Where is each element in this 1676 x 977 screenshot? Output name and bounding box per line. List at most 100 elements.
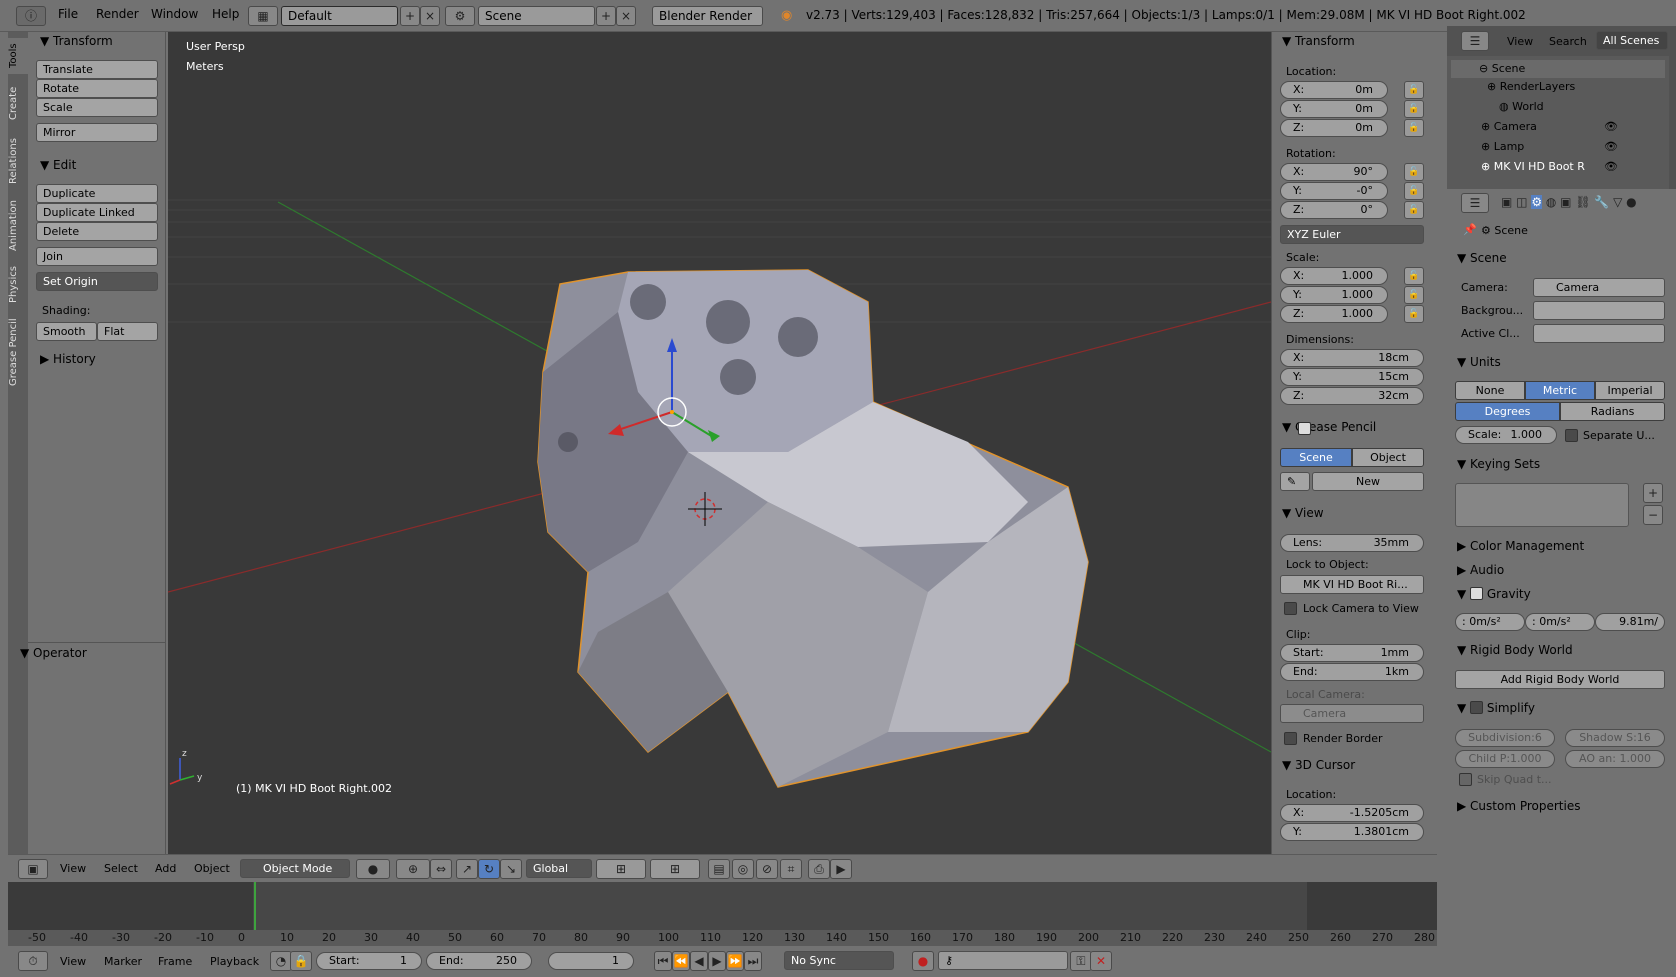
gp-scene-tab[interactable]: Scene bbox=[1280, 448, 1352, 467]
add-scene-icon[interactable]: + bbox=[596, 6, 616, 26]
record-icon[interactable]: ● bbox=[912, 951, 934, 971]
end-frame-field[interactable]: End: 250 bbox=[426, 952, 532, 970]
simplify-checkbox[interactable] bbox=[1470, 701, 1484, 714]
active-clip-field[interactable] bbox=[1533, 324, 1665, 343]
mirror-button[interactable]: Mirror bbox=[36, 123, 158, 142]
local-camera-field[interactable]: Camera bbox=[1280, 704, 1424, 723]
3d-cursor-header[interactable]: ▼ 3D Cursor bbox=[1282, 758, 1355, 772]
tl-menu-playback[interactable]: Playback bbox=[210, 955, 259, 968]
layout-field[interactable]: Default bbox=[281, 6, 398, 26]
menu-object[interactable]: Object bbox=[194, 862, 230, 875]
outliner-item-world[interactable]: ◍ World bbox=[1499, 100, 1544, 113]
outliner-item-scene[interactable]: ⊖ Scene bbox=[1451, 60, 1665, 78]
units-none-tab[interactable]: None bbox=[1455, 381, 1525, 400]
ao-bounces-field[interactable]: AO an: 1.000 bbox=[1565, 750, 1665, 768]
sync-select[interactable]: No Sync bbox=[784, 951, 894, 970]
layers-icon[interactable]: ⊞ bbox=[596, 859, 646, 879]
shading-mode-icon[interactable]: ● bbox=[356, 859, 390, 879]
custom-properties-header[interactable]: ▶ Custom Properties bbox=[1457, 799, 1580, 813]
keying-icon[interactable]: ◔ bbox=[270, 951, 292, 971]
next-key-icon[interactable]: ⏩ bbox=[726, 951, 744, 971]
clip-end-field[interactable]: End: 1km bbox=[1280, 663, 1424, 681]
snap-icon[interactable]: ⊘ bbox=[756, 859, 778, 879]
current-frame-field[interactable]: 1 bbox=[548, 952, 634, 970]
units-header[interactable]: ▼ Units bbox=[1457, 355, 1501, 369]
boot-mesh[interactable] bbox=[537, 269, 1089, 788]
prev-key-icon[interactable]: ⏪ bbox=[672, 951, 690, 971]
display-mode-select[interactable]: All Scenes bbox=[1596, 31, 1668, 50]
units-metric-tab[interactable]: Metric bbox=[1525, 381, 1595, 400]
unit-scale-field[interactable]: Scale: 1.000 bbox=[1455, 426, 1557, 444]
history-header[interactable]: ▶ History bbox=[40, 352, 96, 366]
pivot-icon[interactable]: ⊕ bbox=[396, 859, 430, 879]
camera-field[interactable]: Camera bbox=[1533, 278, 1665, 297]
n-transform-header[interactable]: ▼ Transform bbox=[1282, 34, 1355, 48]
play-reverse-icon[interactable]: ◀ bbox=[690, 951, 708, 971]
lock-icon[interactable]: 🔓 bbox=[1404, 100, 1424, 118]
editor-type-icon[interactable]: ▣ bbox=[18, 859, 48, 879]
manipulator-toggle-icon[interactable]: ⇔ bbox=[430, 859, 452, 879]
props-scene-header[interactable]: ▼ Scene bbox=[1457, 251, 1507, 265]
info-editor-icon[interactable]: ⓘ bbox=[16, 6, 46, 26]
radians-tab[interactable]: Radians bbox=[1560, 402, 1665, 421]
simplify-header[interactable]: ▼ Simplify bbox=[1457, 701, 1535, 715]
visibility-eye-icon[interactable]: 👁 bbox=[1604, 140, 1618, 153]
jump-end-icon[interactable]: ⏭ bbox=[744, 951, 762, 971]
proportional-icon[interactable]: ◎ bbox=[732, 859, 754, 879]
rigid-body-header[interactable]: ▼ Rigid Body World bbox=[1457, 643, 1573, 657]
rotation-mode-select[interactable]: XYZ Euler bbox=[1280, 225, 1424, 244]
rotation-y-field[interactable]: Y: -0° bbox=[1280, 182, 1388, 200]
play-icon[interactable]: ▶ bbox=[708, 951, 726, 971]
keying-sets-header[interactable]: ▼ Keying Sets bbox=[1457, 457, 1540, 471]
tl-menu-frame[interactable]: Frame bbox=[158, 955, 192, 968]
render-border-checkbox[interactable] bbox=[1284, 732, 1297, 745]
timeline[interactable]: -50 -40 -30 -20 -10 0 10 20 30 40 50 60 70 80 90 100 110… bbox=[8, 882, 1437, 946]
gravity-x-field[interactable]: : 0m/s² bbox=[1455, 613, 1525, 631]
menu-select[interactable]: Select bbox=[104, 862, 138, 875]
tab-tools[interactable]: Tools bbox=[8, 38, 28, 74]
rotate-manipulator-icon[interactable]: ↻ bbox=[478, 859, 500, 879]
remove-scene-icon[interactable]: × bbox=[616, 6, 636, 26]
tab-relations[interactable]: Relations bbox=[8, 132, 28, 190]
skip-quad-checkbox[interactable] bbox=[1459, 773, 1472, 786]
keying-sets-list[interactable] bbox=[1455, 483, 1629, 527]
translate-manipulator-icon[interactable]: ↗ bbox=[456, 859, 478, 879]
snap-target-icon[interactable]: ⌗ bbox=[780, 859, 802, 879]
lock-camera-checkbox[interactable] bbox=[1284, 602, 1297, 615]
render-engine-select[interactable]: Blender Render bbox=[652, 6, 763, 26]
rotation-z-field[interactable]: Z: 0° bbox=[1280, 201, 1388, 219]
lock-icon[interactable]: 🔓 bbox=[1404, 182, 1424, 200]
outliner-item-renderlayers[interactable]: ⊕ RenderLayers bbox=[1487, 80, 1575, 93]
smooth-button[interactable]: Smooth bbox=[36, 322, 97, 341]
rotation-x-field[interactable]: X: 90° bbox=[1280, 163, 1388, 181]
cursor-y-field[interactable]: Y: 1.3801cm bbox=[1280, 823, 1424, 841]
outliner-search-menu[interactable]: Search bbox=[1549, 35, 1587, 48]
location-y-field[interactable]: Y: 0m bbox=[1280, 100, 1388, 118]
lock-frame-icon[interactable]: 🔒 bbox=[290, 951, 312, 971]
units-imperial-tab[interactable]: Imperial bbox=[1595, 381, 1665, 400]
join-button[interactable]: Join bbox=[36, 247, 158, 266]
pencil-icon[interactable]: ✎ bbox=[1280, 472, 1310, 491]
props-editor-icon[interactable]: ☰ bbox=[1461, 193, 1489, 213]
dimensions-x-field[interactable]: X: 18cm bbox=[1280, 349, 1424, 367]
visibility-eye-icon[interactable]: 👁 bbox=[1604, 160, 1618, 173]
tl-menu-view[interactable]: View bbox=[60, 955, 86, 968]
gravity-y-field[interactable]: : 0m/s² bbox=[1525, 613, 1595, 631]
dimensions-z-field[interactable]: Z: 32cm bbox=[1280, 387, 1424, 405]
3d-viewport[interactable]: z y User Persp Meters (1) MK VI HD Boot … bbox=[168, 32, 1271, 854]
duplicate-button[interactable]: Duplicate bbox=[36, 184, 158, 203]
lock-icon[interactable]: 🔓 bbox=[1404, 119, 1424, 137]
scale-y-field[interactable]: Y: 1.000 bbox=[1280, 286, 1388, 304]
add-rigid-body-button[interactable]: Add Rigid Body World bbox=[1455, 670, 1665, 689]
background-field[interactable] bbox=[1533, 301, 1665, 320]
location-x-field[interactable]: X: 0m bbox=[1280, 81, 1388, 99]
pin-icon[interactable]: 📌 bbox=[1463, 223, 1477, 236]
tab-grease-pencil[interactable]: Grease Pencil bbox=[8, 314, 28, 390]
outliner-item-camera[interactable]: ⊕ Camera bbox=[1481, 120, 1537, 133]
start-frame-field[interactable]: Start: 1 bbox=[316, 952, 422, 970]
tab-animation[interactable]: Animation bbox=[8, 196, 28, 256]
view-header[interactable]: ▼ View bbox=[1282, 506, 1324, 520]
edit-header[interactable]: ▼ Edit bbox=[40, 158, 76, 172]
menu-file[interactable]: File bbox=[58, 7, 78, 21]
clip-start-field[interactable]: Start: 1mm bbox=[1280, 644, 1424, 662]
